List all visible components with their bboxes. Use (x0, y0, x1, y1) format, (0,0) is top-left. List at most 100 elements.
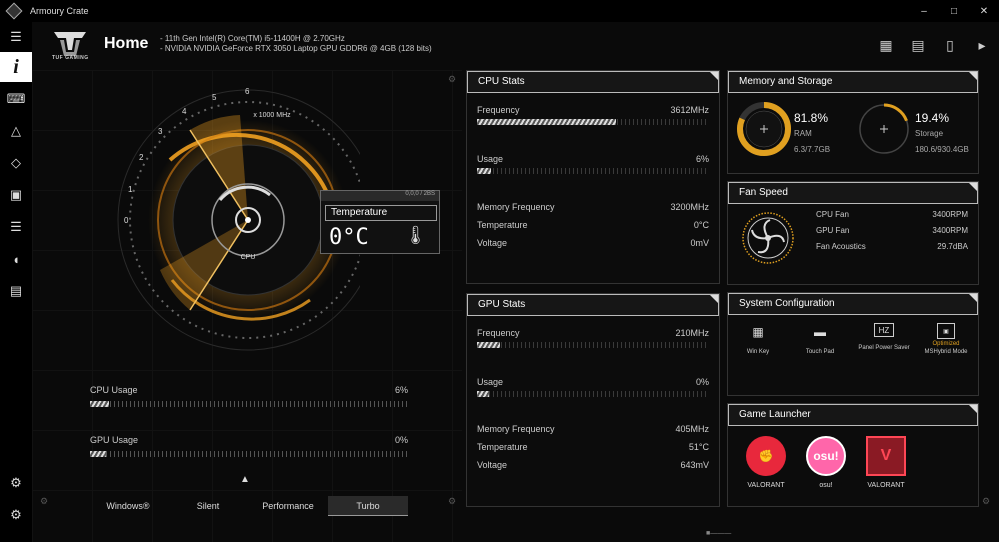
operating-mode-tabs: Windows® Silent Performance Turbo (88, 496, 408, 516)
sidebar-item-settings-sliders[interactable]: ☰ (0, 212, 32, 242)
mode-tab-turbo[interactable]: Turbo (328, 496, 408, 516)
win-key-label: Win Key (746, 349, 770, 355)
cpu-frequency-label: Frequency (477, 105, 520, 115)
gpu-frequency-fill (477, 342, 501, 348)
layout-grid-icon[interactable]: ▦ (877, 36, 895, 54)
phone-icon[interactable]: ▯ (941, 36, 959, 54)
window-title: Armoury Crate (30, 6, 89, 16)
gauge-tick-1: 1 (128, 185, 133, 194)
page-indicator: ■——— (706, 530, 732, 537)
touchpad-icon: ▬ (814, 325, 826, 339)
close-button[interactable]: ✕ (969, 0, 999, 22)
mode-tab-silent[interactable]: Silent (168, 496, 248, 516)
windows-icon: ▦ (752, 325, 764, 339)
cpu-frequency-fill (477, 119, 617, 125)
win-key-toggle[interactable]: ▦ Win Key (728, 323, 788, 355)
temperature-readout: 0,0,0 / 2BS Temperature 0°C 🌡 (320, 190, 440, 254)
gpu-spec: NVIDIA NVIDIA GeForce RTX 3050 Laptop GP… (160, 44, 432, 54)
game-tile-osu[interactable]: osu! osu! (796, 436, 856, 489)
game-launcher-title: Game Launcher (728, 404, 978, 426)
hamburger-menu-icon[interactable]: ☰ (0, 22, 32, 52)
gpu-usage-stat-bar (477, 391, 709, 397)
corner-mark: ⚙ (40, 496, 49, 506)
sidebar-item-aura[interactable]: △ (0, 116, 32, 146)
gpu-usage-value: 0% (394, 435, 408, 445)
notification-bell-icon[interactable]: ⚙ (0, 468, 32, 498)
riot-client-icon: ✊ (746, 436, 786, 476)
gpu-mode-icon: ▣ (937, 323, 955, 339)
cpu-frequency-value: 3612MHz (670, 105, 709, 115)
memory-storage-panel[interactable]: Memory and Storage 81.8% RAM 6.3/7.7GB 1… (727, 70, 979, 174)
temperature-box-code: 0,0,0 / 2BS (321, 191, 439, 201)
gpu-usage-bar (90, 451, 408, 457)
window-controls: – □ ✕ (909, 0, 999, 22)
sidebar-item-gamevisual[interactable]: ◇ (0, 148, 32, 178)
minimize-button[interactable]: – (909, 0, 939, 22)
memory-storage-title: Memory and Storage (728, 71, 978, 93)
sidebar-item-news[interactable]: ▤ (0, 276, 32, 306)
fan-speed-panel[interactable]: Fan Speed CPU Fan 3400RPM GPU Fan 3400RP… (727, 181, 979, 285)
cpu-stats-panel[interactable]: CPU Stats Frequency 3612MHz Usage 6% Mem… (466, 70, 720, 284)
cpu-stats-title: CPU Stats (467, 71, 719, 93)
ram-ring-gauge (737, 102, 791, 156)
mode-tab-windows[interactable]: Windows® (88, 496, 168, 516)
panel-power-saver-label: Panel Power Saver (858, 345, 910, 351)
page-title: Home (104, 35, 149, 52)
touch-pad-label: Touch Pad (805, 349, 835, 355)
settings-gear-icon[interactable]: ⚙ (0, 500, 32, 530)
gauge-tick-4: 4 (182, 107, 187, 116)
gpu-stats-panel[interactable]: GPU Stats Frequency 210MHz Usage 0% Memo… (466, 293, 720, 507)
gpu-stats-title: GPU Stats (467, 294, 719, 316)
sidebar-item-device-keyboard[interactable]: ⌨ (0, 84, 32, 114)
chevron-up-icon[interactable]: ▲ (240, 474, 250, 485)
cpu-temperature-value: 0°C (693, 220, 709, 230)
maximize-button[interactable]: □ (939, 0, 969, 22)
cpu-temperature-label: Temperature (477, 220, 528, 230)
gauge-tick-3: 3 (158, 127, 163, 136)
cpu-usage-bar (90, 401, 408, 407)
sidebar: ☰ i ⌨ △ ◇ ▣ ☰ ◖ ▤ ⚙ ⚙ (0, 22, 32, 542)
gpu-fan-label: GPU Fan (816, 226, 850, 235)
touch-pad-toggle[interactable]: ▬ Touch Pad (790, 323, 850, 355)
sidebar-item-deals-tag[interactable]: ◖ (0, 244, 32, 274)
system-configuration-panel[interactable]: System Configuration ▦ Win Key ▬ Touch P… (727, 292, 979, 396)
cpu-usage-stat-bar (477, 168, 709, 174)
game-tile-valorant-1[interactable]: ✊ VALORANT (736, 436, 796, 489)
gpu-fan-value: 3400RPM (932, 226, 968, 235)
fan-speed-title: Fan Speed (728, 182, 978, 204)
app-logo-icon (5, 2, 23, 20)
panel-power-saver-toggle[interactable]: HZ Panel Power Saver (854, 323, 914, 351)
game-tile-valorant-2[interactable]: V VALORANT (856, 436, 916, 489)
cpu-usage-fill (90, 401, 110, 407)
game-launcher-panel[interactable]: Game Launcher ✊ VALORANT osu! osu! V VAL… (727, 403, 979, 507)
gpu-temperature-label: Temperature (477, 442, 528, 452)
sidebar-item-game-library[interactable]: ▣ (0, 180, 32, 210)
mode-tab-performance[interactable]: Performance (248, 496, 328, 516)
power-plug-icon[interactable]: ▸ (973, 36, 991, 54)
storage-label: Storage (915, 129, 944, 138)
gauge-tick-0: 0 (124, 216, 129, 225)
gauge-tick-2: 2 (139, 153, 144, 162)
storage-detail: 180.6/930.4GB (915, 145, 969, 154)
cpu-voltage-label: Voltage (477, 238, 508, 248)
cpu-fan-label: CPU Fan (816, 210, 849, 219)
cpu-fan-value: 3400RPM (932, 210, 968, 219)
game-label-3: VALORANT (867, 482, 905, 489)
gpu-usage-stat-fill (477, 391, 489, 397)
header-toolbar: ▦ ▤ ▯ ▸ (877, 36, 999, 54)
hz-icon: HZ (874, 323, 894, 337)
gpu-usage-stat-label: Usage (477, 377, 504, 387)
osu-icon: osu! (806, 436, 846, 476)
fan-icon (742, 212, 794, 264)
cpu-usage-stat-fill (477, 168, 491, 174)
cpu-usage-stat-label: Usage (477, 154, 504, 164)
sidebar-item-home[interactable]: i (0, 52, 32, 82)
gpu-voltage-value: 643mV (680, 460, 709, 470)
game-label-1: VALORANT (747, 482, 785, 489)
report-icon[interactable]: ▤ (909, 36, 927, 54)
mshybrid-mode-toggle[interactable]: ▣ Optimized MSHybrid Mode (916, 323, 976, 355)
gauge-tick-6: 6 (245, 87, 250, 96)
game-label-2: osu! (819, 482, 833, 489)
gpu-temperature-value: 51°C (688, 442, 709, 452)
gpu-mem-freq-label: Memory Frequency (477, 424, 555, 434)
